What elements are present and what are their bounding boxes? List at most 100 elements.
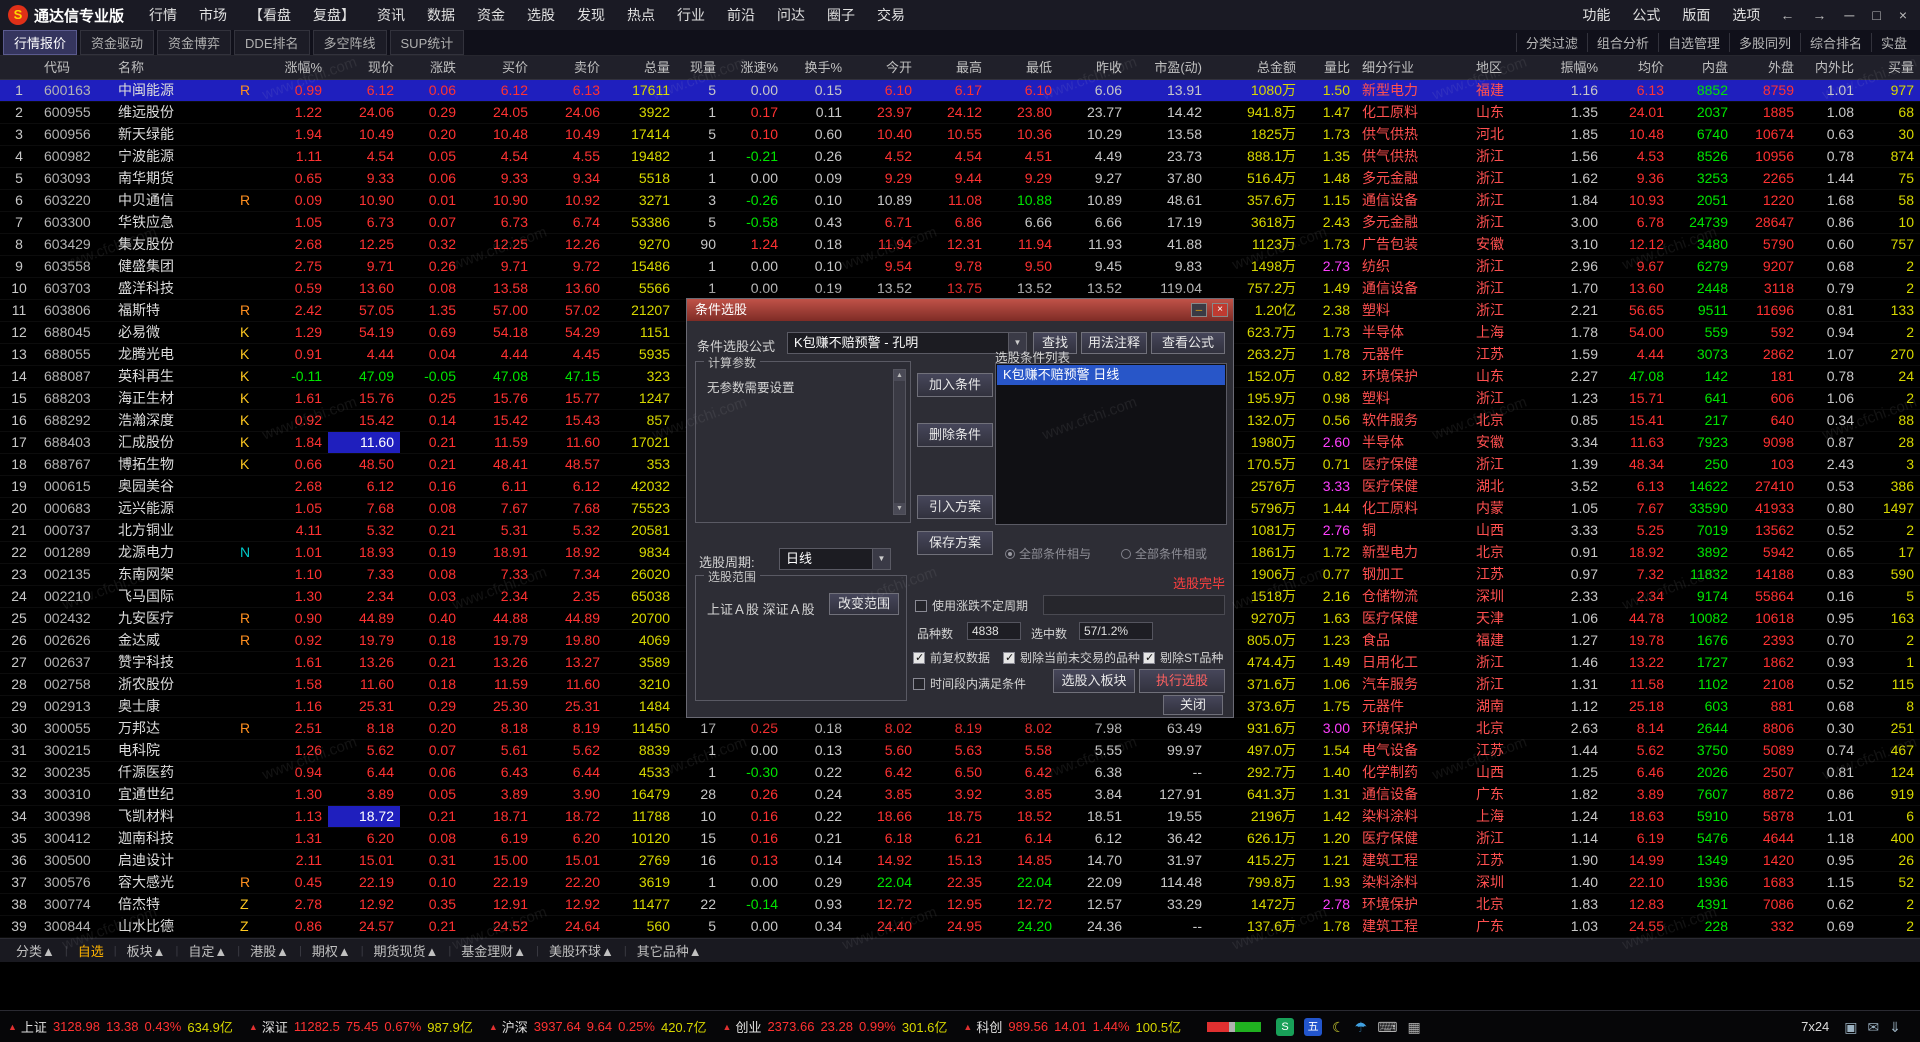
chevron-down-icon[interactable]: ▼ bbox=[872, 549, 890, 569]
col-header-pe[interactable]: 市盈(动) bbox=[1128, 56, 1208, 79]
save-plan-button[interactable]: 保存方案 bbox=[917, 531, 993, 555]
execute-select-button[interactable]: 执行选股 bbox=[1139, 669, 1225, 693]
monitor-icon[interactable]: ▣ bbox=[1844, 1018, 1857, 1036]
menu-热点[interactable]: 热点 bbox=[616, 0, 666, 30]
table-row[interactable]: 35 300412 迦南科技 1.31 6.20 0.08 6.19 6.20 10120 15 0… bbox=[0, 828, 1920, 850]
params-scrollbar[interactable]: ▲ ▼ bbox=[893, 369, 906, 515]
import-plan-button[interactable]: 引入方案 bbox=[917, 495, 993, 519]
menu-资讯[interactable]: 资讯 bbox=[366, 0, 416, 30]
col-header-sell[interactable]: 卖价 bbox=[534, 56, 606, 79]
tool-实盘[interactable]: 实盘 bbox=[1870, 33, 1916, 52]
tool-分类过滤[interactable]: 分类过滤 bbox=[1515, 33, 1587, 52]
col-header-industry[interactable]: 细分行业 bbox=[1356, 56, 1470, 79]
col-header-cur[interactable]: 现量 bbox=[676, 56, 722, 79]
market-tab-自选[interactable]: 自选 bbox=[68, 941, 114, 960]
col-header-region[interactable]: 地区 bbox=[1470, 56, 1542, 79]
col-header-chg[interactable]: 涨跌 bbox=[400, 56, 462, 79]
table-row[interactable]: 3 600956 新天绿能 1.94 10.49 0.20 10.48 10.49 17414 5… bbox=[0, 124, 1920, 146]
col-header-inner[interactable]: 内盘 bbox=[1670, 56, 1734, 79]
menu-发现[interactable]: 发现 bbox=[566, 0, 616, 30]
menu-资金[interactable]: 资金 bbox=[466, 0, 516, 30]
col-header-pct[interactable]: 涨幅% bbox=[260, 56, 328, 79]
condition-list-item[interactable]: K包赚不赔预警 日线 bbox=[997, 365, 1225, 385]
status-7x24-label[interactable]: 7x24 bbox=[1801, 1019, 1829, 1034]
col-header-price[interactable]: 现价 bbox=[328, 56, 400, 79]
period-select[interactable]: 日线 ▼ bbox=[779, 548, 891, 570]
menu-前沿[interactable]: 前沿 bbox=[716, 0, 766, 30]
table-row[interactable]: 2 600955 维远股份 1.22 24.06 0.29 24.05 24.06 3922 1 0… bbox=[0, 102, 1920, 124]
use-period-checkbox[interactable]: 使用涨跌不定周期 bbox=[915, 597, 1028, 614]
col-header-name[interactable]: 名称 bbox=[112, 56, 234, 79]
dialog-title-bar[interactable]: 条件选股 ─ × bbox=[687, 299, 1233, 321]
menu-选项[interactable]: 选项 bbox=[1721, 0, 1771, 30]
scroll-down-icon[interactable]: ▼ bbox=[894, 503, 905, 514]
table-row[interactable]: 30 300055 万邦达 R 2.51 8.18 0.20 8.18 8.19 11450 17 0… bbox=[0, 718, 1920, 740]
add-to-block-button[interactable]: 选股入板块 bbox=[1053, 669, 1135, 693]
skip-untraded-checkbox[interactable]: 剔除当前未交易的品种 bbox=[1003, 649, 1140, 666]
weather-icon[interactable]: ☂ bbox=[1355, 1018, 1368, 1036]
maximize-button[interactable]: □ bbox=[1863, 0, 1889, 30]
col-header-buy[interactable]: 买价 bbox=[462, 56, 534, 79]
menu-圈子[interactable]: 圈子 bbox=[816, 0, 866, 30]
market-tab-期权▲[interactable]: 期权▲ bbox=[302, 941, 361, 960]
nav-forward-button[interactable]: → bbox=[1803, 0, 1835, 30]
apps-grid-icon[interactable]: ▦ bbox=[1407, 1018, 1420, 1036]
table-row[interactable]: 33 300310 宜通世纪 1.30 3.89 0.05 3.89 3.90 16479 28 0… bbox=[0, 784, 1920, 806]
table-row[interactable]: 37 300576 容大感光 R 0.45 22.19 0.10 22.19 22.20 3619… bbox=[0, 872, 1920, 894]
message-icon[interactable]: ✉ bbox=[1868, 1018, 1880, 1036]
index-科创[interactable]: ▲ 科创 989.56 14.01 1.44% 100.5亿 bbox=[963, 1017, 1183, 1036]
exclude-st-checkbox[interactable]: 剔除ST品种 bbox=[1143, 649, 1223, 666]
col-header-bid[interactable]: 买量 bbox=[1860, 56, 1920, 79]
condition-listbox[interactable]: K包赚不赔预警 日线 bbox=[995, 363, 1227, 525]
tool-组合分析[interactable]: 组合分析 bbox=[1586, 33, 1658, 52]
col-header-amp[interactable]: 振幅% bbox=[1542, 56, 1604, 79]
table-row[interactable]: 10 603703 盛洋科技 0.59 13.60 0.08 13.58 13.60 5566 1… bbox=[0, 278, 1920, 300]
market-tab-基金理财▲[interactable]: 基金理财▲ bbox=[451, 941, 536, 960]
formula-select[interactable]: K包赚不赔预警 - 孔明 ▼ bbox=[787, 332, 1027, 354]
table-row[interactable]: 38 300774 倍杰特 Z 2.78 12.92 0.35 12.91 12.92 11477… bbox=[0, 894, 1920, 916]
col-header-prev[interactable]: 昨收 bbox=[1058, 56, 1128, 79]
index-深证[interactable]: ▲ 深证 11282.5 75.45 0.67% 987.9亿 bbox=[249, 1017, 475, 1036]
table-row[interactable]: 4 600982 宁波能源 1.11 4.54 0.05 4.54 4.55 19482 1 -0.… bbox=[0, 146, 1920, 168]
col-header-amount[interactable]: 总金额 bbox=[1208, 56, 1302, 79]
keyboard-icon[interactable]: ⌨ bbox=[1377, 1018, 1397, 1036]
table-row[interactable]: 7 603300 华铁应急 1.05 6.73 0.07 6.73 6.74 53386 5 -0.… bbox=[0, 212, 1920, 234]
table-row[interactable]: 31 300215 电科院 1.26 5.62 0.07 5.61 5.62 8839 1 0.00… bbox=[0, 740, 1920, 762]
usage-note-button[interactable]: 用法注释 bbox=[1081, 332, 1147, 354]
close-button[interactable]: × bbox=[1890, 0, 1916, 30]
menu-选股[interactable]: 选股 bbox=[516, 0, 566, 30]
index-沪深[interactable]: ▲ 沪深 3937.64 9.64 0.25% 420.7亿 bbox=[489, 1017, 709, 1036]
table-row[interactable]: 32 300235 仟源医药 0.94 6.44 0.06 6.43 6.44 4533 1 -0.… bbox=[0, 762, 1920, 784]
menu-复盘】[interactable]: 复盘】 bbox=[302, 0, 366, 30]
index-创业[interactable]: ▲ 创业 2373.66 23.28 0.99% 301.6亿 bbox=[723, 1017, 950, 1036]
night-mode-icon[interactable]: ☾ bbox=[1332, 1018, 1345, 1036]
menu-问达[interactable]: 问达 bbox=[766, 0, 816, 30]
tdx-mini-logo-icon[interactable]: S bbox=[1276, 1017, 1295, 1036]
menu-行情[interactable]: 行情 bbox=[138, 0, 188, 30]
scroll-up-icon[interactable]: ▲ bbox=[894, 370, 905, 381]
index-上证[interactable]: ▲ 上证 3128.98 13.38 0.43% 634.9亿 bbox=[8, 1017, 235, 1036]
menu-功能[interactable]: 功能 bbox=[1571, 0, 1621, 30]
change-range-button[interactable]: 改变范围 bbox=[829, 593, 899, 615]
menu-行业[interactable]: 行业 bbox=[666, 0, 716, 30]
col-header-high[interactable]: 最高 bbox=[918, 56, 988, 79]
close-button[interactable]: 关闭 bbox=[1163, 695, 1223, 715]
table-row[interactable]: 1 600163 中闽能源 R 0.99 6.12 0.06 6.12 6.13 17611 5 0.… bbox=[0, 80, 1920, 102]
dialog-close-icon[interactable]: × bbox=[1212, 303, 1228, 317]
col-header-turn[interactable]: 换手% bbox=[784, 56, 848, 79]
market-tab-板块▲[interactable]: 板块▲ bbox=[117, 941, 176, 960]
tool-多股同列[interactable]: 多股同列 bbox=[1728, 33, 1800, 52]
table-row[interactable]: 9 603558 健盛集团 2.75 9.71 0.26 9.71 9.72 15486 1 0.0… bbox=[0, 256, 1920, 278]
forward-adjust-checkbox[interactable]: 前复权数据 bbox=[913, 649, 990, 666]
dialog-minimize-icon[interactable]: ─ bbox=[1191, 303, 1207, 317]
nav-back-button[interactable]: ← bbox=[1771, 0, 1803, 30]
market-tab-其它品种▲[interactable]: 其它品种▲ bbox=[627, 941, 712, 960]
table-row[interactable]: 5 603093 南华期货 0.65 9.33 0.06 9.33 9.34 5518 1 0.00… bbox=[0, 168, 1920, 190]
five-color-kline-icon[interactable]: 五 bbox=[1304, 1017, 1323, 1036]
menu-交易[interactable]: 交易 bbox=[866, 0, 916, 30]
menu-数据[interactable]: 数据 bbox=[416, 0, 466, 30]
col-header-outer[interactable]: 外盘 bbox=[1734, 56, 1800, 79]
market-tab-港股▲[interactable]: 港股▲ bbox=[240, 941, 299, 960]
menu-公式[interactable]: 公式 bbox=[1621, 0, 1671, 30]
col-header-vol[interactable]: 总量 bbox=[606, 56, 676, 79]
